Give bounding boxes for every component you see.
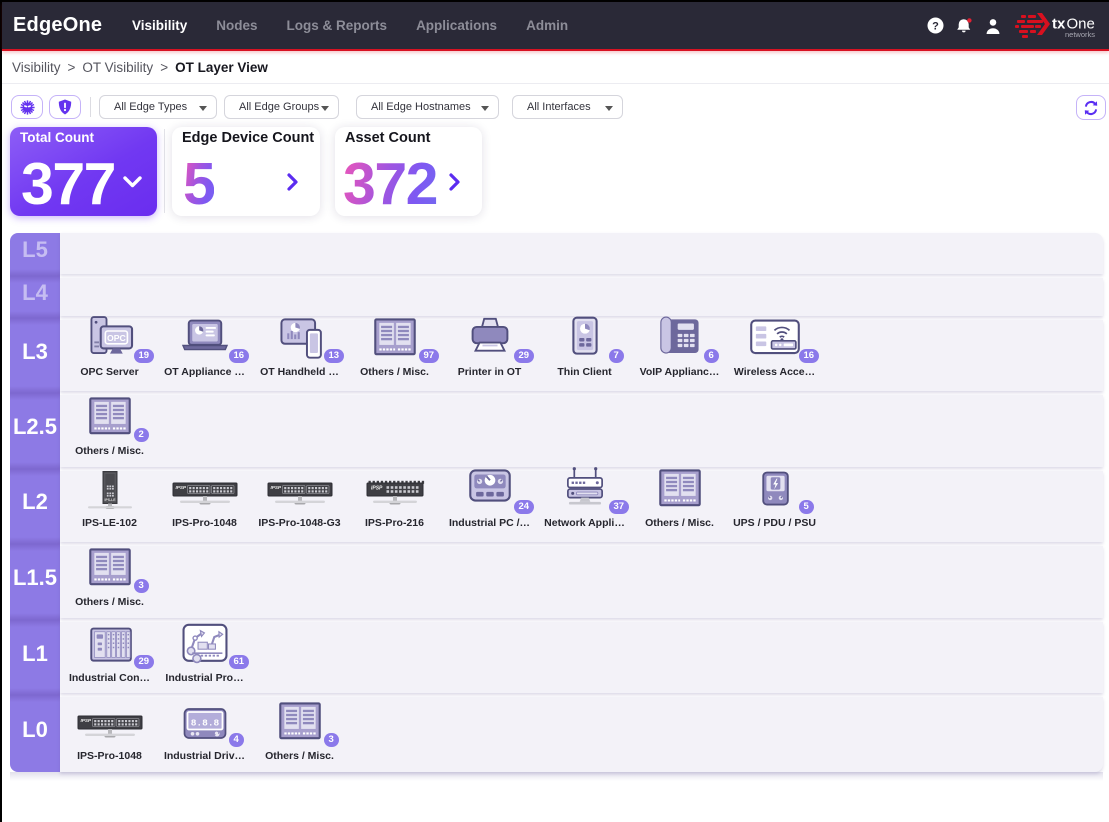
svg-text:IPSP: IPSP [175,485,186,490]
svg-text:8.8.8: 8.8.8 [190,718,219,729]
svg-text:networks: networks [1065,30,1095,39]
svg-text:IPS-LE: IPS-LE [104,498,116,502]
svg-text:tx: tx [1052,15,1066,32]
svg-text:OPC: OPC [106,333,126,343]
svg-text:IPSP: IPSP [270,485,281,490]
svg-text:IPSP: IPSP [80,718,91,723]
svg-text:IPSP: IPSP [371,486,383,492]
svg-text:?: ? [932,20,939,32]
